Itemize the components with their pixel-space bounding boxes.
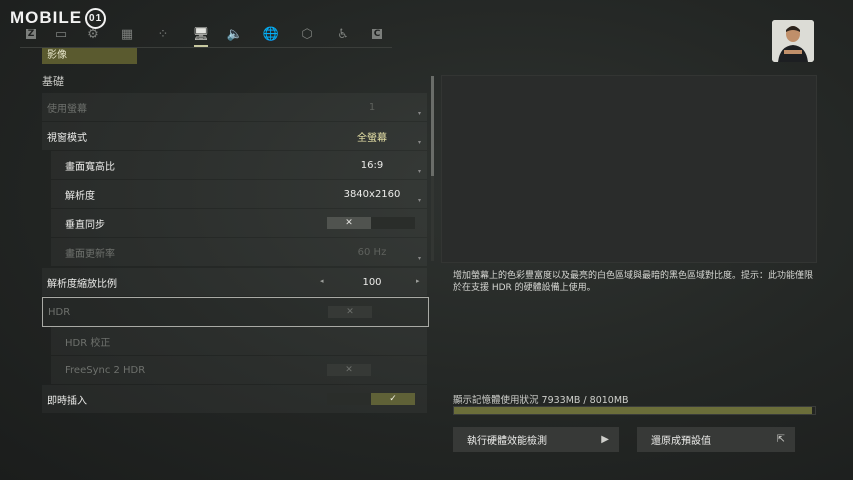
toggle-off-segment — [327, 393, 371, 405]
reset-button-label: 還原成預設值 — [651, 436, 711, 447]
setting-value: 全螢幕 — [357, 132, 387, 144]
settings-scrollbar[interactable] — [431, 76, 434, 261]
dropdown-caret-icon: ▾ — [417, 255, 421, 262]
toggle-switch[interactable]: ✕ — [328, 306, 416, 318]
vram-usage-fill — [454, 407, 812, 414]
close-icon: ✕ — [328, 306, 372, 318]
section-title: 基礎 — [42, 75, 64, 88]
setting-value: 16:9 — [360, 159, 384, 171]
nav-tab-hexagon-icon[interactable]: ⬡ — [296, 25, 318, 43]
benchmark-button-label: 執行硬體效能檢測 — [467, 436, 547, 447]
setting-row[interactable]: HDR 校正 — [51, 327, 427, 355]
toggle-switch[interactable]: ✕ — [327, 217, 415, 229]
vram-usage-label: 顯示記憶體使用狀況 7933MB / 8010MB — [453, 395, 629, 406]
dropdown-caret-icon: ▾ — [417, 197, 421, 204]
top-nav: Z ▭ ⚙ ▦ ⁘ 🖥 🔈 🌐 ⬡ ♿ C — [20, 25, 390, 47]
setting-label: 畫面寬高比 — [65, 161, 115, 173]
display-card-icon: ▭ — [54, 26, 68, 42]
setting-label: 使用螢幕 — [47, 103, 87, 115]
avatar[interactable] — [772, 20, 814, 62]
setting-label: FreeSync 2 HDR — [65, 364, 146, 376]
dropdown-caret-icon: ▾ — [417, 168, 421, 175]
dropdown-caret-icon: ▾ — [417, 139, 421, 146]
setting-description: 增加螢幕上的色彩豐富度以及最亮的白色區域與最暗的黑色區域對比度。提示：此功能僅限… — [453, 271, 814, 293]
setting-label: 畫面更新率 — [65, 248, 115, 260]
setting-row[interactable]: FreeSync 2 HDR ✕ — [51, 356, 427, 384]
nav-tab-gamepad-icon[interactable]: ▦ — [116, 25, 138, 43]
nav-tab-z-key-icon[interactable]: Z — [20, 25, 42, 43]
dropdown-caret-icon: ▾ — [417, 110, 421, 117]
scrollbar-thumb[interactable] — [431, 76, 434, 176]
gear-icon: ⚙ — [87, 26, 99, 42]
decrease-arrow-icon[interactable]: ◂ — [320, 277, 324, 285]
setting-row[interactable]: 即時插入 ✓ — [42, 385, 427, 413]
setting-label: HDR — [48, 306, 71, 318]
close-icon: ✕ — [327, 364, 371, 376]
exit-icon: ⇱ — [776, 434, 785, 445]
setting-row[interactable]: 解析度縮放比例 100 ◂ ▸ — [42, 268, 427, 296]
nav-tab-accessibility-icon[interactable]: ♿ — [332, 25, 354, 43]
close-icon: ✕ — [327, 217, 371, 229]
setting-row[interactable]: 視窗模式 全螢幕 ▾ — [42, 122, 427, 150]
play-icon: ▶ — [601, 434, 609, 445]
speaker-icon: 🔈 — [226, 26, 244, 42]
nav-tab-gear-icon[interactable]: ⚙ — [82, 25, 104, 43]
increase-arrow-icon[interactable]: ▸ — [416, 277, 420, 285]
nav-tab-network-icon[interactable]: ⁘ — [152, 25, 174, 43]
setting-label: 解析度 — [65, 190, 95, 202]
setting-value: 100 — [362, 276, 382, 288]
setting-label: 即時插入 — [47, 395, 87, 407]
setting-row[interactable]: 畫面寬高比 16:9 ▾ — [51, 151, 427, 179]
toggle-on-segment — [371, 217, 415, 229]
setting-label: 垂直同步 — [65, 219, 105, 231]
setting-row[interactable]: 畫面更新率 60 Hz ▾ — [51, 238, 427, 266]
network-icon: ⁘ — [157, 26, 169, 42]
setting-row[interactable]: 垂直同步 ✕ — [51, 209, 427, 237]
setting-label: HDR 校正 — [65, 337, 111, 349]
toggle-on-segment — [372, 306, 416, 318]
setting-value: 1 — [368, 101, 376, 113]
gamepad-icon: ▦ — [120, 26, 134, 42]
hdr-preview-panel — [441, 75, 817, 263]
z-key-icon: Z — [25, 29, 37, 39]
profile-avatar-icon — [772, 20, 814, 62]
setting-label: 視窗模式 — [47, 132, 87, 144]
benchmark-button[interactable]: 執行硬體效能檢測 ▶ — [453, 427, 619, 452]
accessibility-icon: ♿ — [337, 26, 349, 42]
reset-defaults-button[interactable]: 還原成預設值 ⇱ — [637, 427, 795, 452]
setting-row[interactable]: HDR ✕ — [42, 297, 429, 327]
toggle-on-segment — [371, 364, 415, 376]
setting-row[interactable]: 使用螢幕 1 ▾ — [42, 93, 427, 121]
vram-usage-bar — [453, 406, 816, 415]
toggle-switch[interactable]: ✕ — [327, 364, 415, 376]
monitor-icon: 🖥 — [192, 26, 210, 42]
nav-tab-c-key-icon[interactable]: C — [366, 25, 388, 43]
setting-label: 解析度縮放比例 — [47, 278, 117, 290]
setting-value: 60 Hz — [357, 246, 387, 258]
nav-tab-globe-icon[interactable]: 🌐 — [260, 25, 282, 43]
setting-value: 3840x2160 — [343, 188, 401, 200]
category-label: 影像 — [42, 48, 137, 64]
c-key-icon: C — [371, 29, 383, 39]
nav-tab-speaker-icon[interactable]: 🔈 — [224, 25, 246, 43]
hexagon-icon: ⬡ — [301, 26, 313, 42]
globe-icon: 🌐 — [262, 26, 280, 42]
setting-row[interactable]: 解析度 3840x2160 ▾ — [51, 180, 427, 208]
toggle-switch[interactable]: ✓ — [327, 393, 415, 405]
check-icon: ✓ — [371, 393, 415, 405]
nav-tab-monitor-icon[interactable]: 🖥 — [190, 25, 212, 47]
nav-tab-display-card-icon[interactable]: ▭ — [50, 25, 72, 43]
